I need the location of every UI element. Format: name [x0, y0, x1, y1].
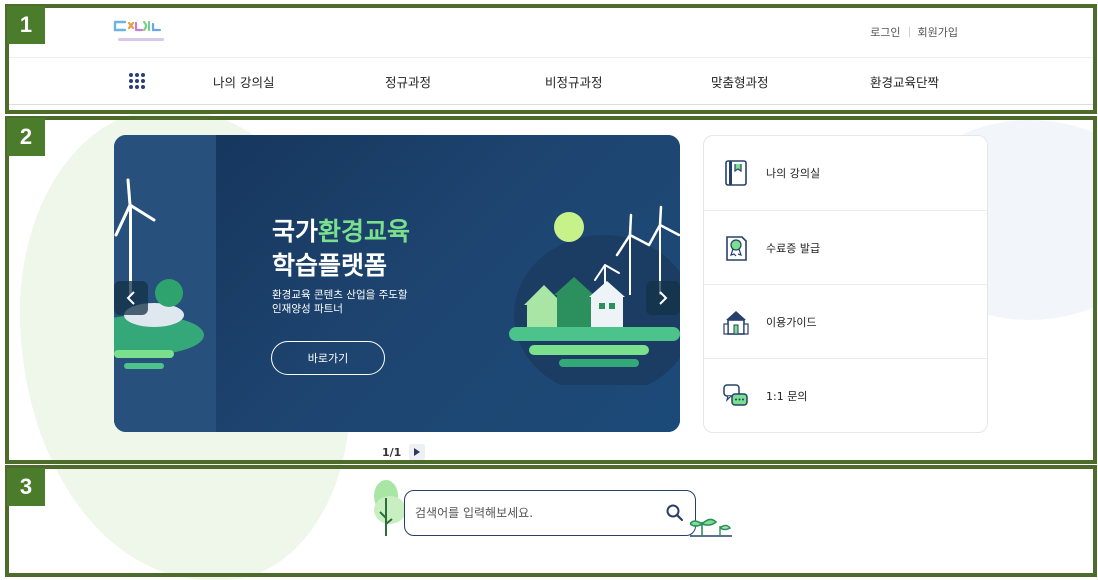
section-frame-header — [5, 4, 1097, 114]
section-number-badge: 1 — [7, 6, 45, 44]
section-number-badge: 2 — [7, 118, 45, 156]
section-frame-banner — [5, 116, 1097, 464]
section-number-badge: 3 — [7, 468, 45, 506]
page: 로그인 회원가입 나의 강의실 정규과정 비정규과정 맞춤형과정 환경교육단짝 … — [0, 0, 1098, 580]
section-frame-search — [5, 465, 1097, 577]
